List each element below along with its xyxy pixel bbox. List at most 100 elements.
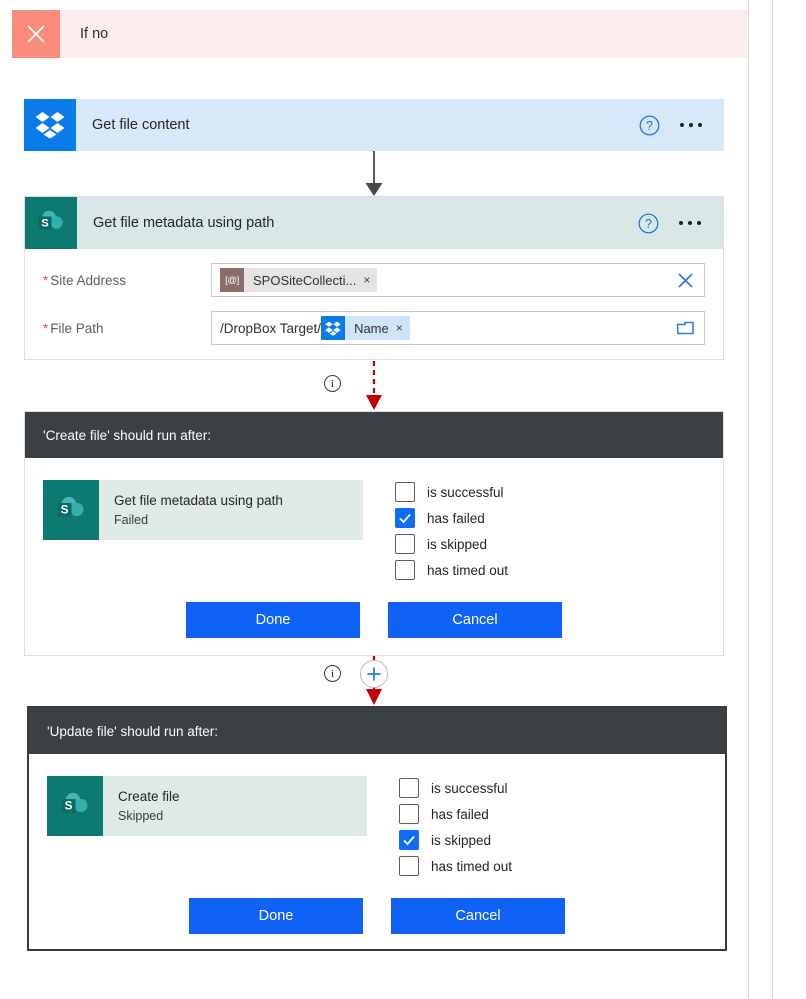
option-has-failed[interactable]: has failed [399, 804, 512, 824]
run-after-action-status: Skipped [118, 809, 164, 823]
cancel-button[interactable]: Cancel [388, 602, 562, 638]
card-header-actions: ? [639, 115, 704, 136]
at-badge-icon: [@] [220, 268, 244, 292]
token-label: Name [354, 320, 389, 336]
action-card-get-file-content[interactable]: Get file content ? [24, 99, 724, 151]
panel-heading: 'Update file' should run after: [29, 708, 725, 754]
branch-title: If no [80, 26, 109, 42]
panel-actions: Done Cancel [25, 580, 723, 658]
connector-arrow-sharepoint-to-create [366, 361, 382, 410]
required-marker: * [43, 320, 49, 336]
field-label-site-address: * Site Address [43, 273, 211, 288]
option-label: is successful [427, 484, 504, 500]
run-after-options: is successful has failed is skipped has … [395, 480, 508, 580]
token-sposite-collection[interactable]: [@] SPOSiteCollecti... × [220, 268, 378, 292]
dropbox-icon [24, 99, 76, 151]
info-glyph: i [330, 377, 335, 390]
checkbox[interactable] [399, 830, 419, 850]
sharepoint-icon: S [47, 776, 103, 836]
checkbox[interactable] [395, 534, 415, 554]
card-title: Get file content [92, 117, 190, 133]
run-after-action-card[interactable]: S Create file Skipped [47, 776, 367, 836]
field-label-text: Site Address [50, 272, 127, 288]
help-circle-icon[interactable]: ? [639, 115, 660, 136]
checkbox[interactable] [399, 778, 419, 798]
option-has-timed-out[interactable]: has timed out [399, 856, 512, 876]
run-after-action-title: Create file [118, 789, 180, 804]
checkbox[interactable] [395, 508, 415, 528]
token-dropbox-name[interactable]: Name × [321, 316, 410, 340]
form-row-site-address: * Site Address [@] SPOSiteCollecti... × [43, 259, 705, 301]
run-after-panel-create-file: 'Create file' should run after: S Get fi… [24, 411, 724, 656]
branch-header-if-no: If no [12, 10, 748, 58]
option-label: is skipped [427, 536, 488, 552]
token-remove-icon[interactable]: × [363, 274, 370, 286]
run-after-panel-update-file: 'Update file' should run after: S Create… [27, 706, 727, 951]
run-after-action-text: Create file Skipped [103, 776, 180, 836]
svg-text:S: S [65, 800, 73, 813]
required-marker: * [43, 272, 49, 288]
token-remove-icon[interactable]: × [396, 322, 403, 334]
ellipsis-icon[interactable] [677, 217, 703, 229]
sharepoint-icon: S [25, 197, 77, 249]
svg-text:?: ? [645, 217, 652, 231]
run-after-action-card[interactable]: S Get file metadata using path Failed [43, 480, 363, 540]
flow-canvas: If no Get file content ? S Get file meta… [0, 0, 749, 999]
info-icon[interactable]: i [324, 375, 341, 392]
close-icon[interactable] [12, 10, 60, 58]
run-after-options: is successful has failed is skipped has … [399, 776, 512, 876]
option-label: has timed out [427, 562, 509, 578]
folder-picker-icon[interactable] [672, 320, 698, 337]
help-circle-icon[interactable]: ? [638, 213, 659, 234]
connector-arrow-dropbox-to-sharepoint [365, 151, 383, 196]
option-has-failed[interactable]: has failed [395, 508, 508, 528]
plus-icon[interactable] [360, 660, 388, 688]
option-label: has failed [431, 806, 489, 822]
panel-divider [772, 0, 773, 999]
card-title: Get file metadata using path [93, 215, 275, 231]
done-button[interactable]: Done [186, 602, 360, 638]
checkbox[interactable] [395, 482, 415, 502]
action-card-get-file-metadata[interactable]: S Get file metadata using path ? * Site A… [24, 196, 724, 360]
sharepoint-icon: S [43, 480, 99, 540]
svg-text:S: S [41, 218, 48, 230]
checkbox[interactable] [395, 560, 415, 580]
option-label: is successful [431, 780, 508, 796]
run-after-action-status: Failed [114, 513, 149, 527]
option-is-successful[interactable]: is successful [395, 482, 508, 502]
token-label: SPOSiteCollecti... [253, 272, 357, 288]
svg-text:S: S [61, 504, 69, 517]
option-label: has timed out [431, 858, 513, 874]
panel-heading: 'Create file' should run after: [25, 412, 723, 458]
card-form: *Site Address [@] SPOSiteCollecti... × [25, 249, 723, 369]
svg-text:?: ? [646, 119, 653, 133]
card-header: Get file content ? [24, 99, 724, 151]
run-after-action-title: Get file metadata using path [114, 493, 283, 508]
option-is-skipped[interactable]: is skipped [395, 534, 508, 554]
ellipsis-icon[interactable] [678, 119, 704, 131]
card-header: S Get file metadata using path ? [25, 197, 723, 249]
done-button[interactable]: Done [189, 898, 363, 934]
file-path-input[interactable]: /DropBox Target/ Name × [211, 311, 705, 345]
option-label: is skipped [431, 832, 492, 848]
run-after-action-text: Get file metadata using path Failed [99, 480, 283, 540]
checkbox[interactable] [399, 856, 419, 876]
option-is-successful[interactable]: is successful [399, 778, 512, 798]
option-is-skipped[interactable]: is skipped [399, 830, 512, 850]
card-header-actions: ? [638, 213, 703, 234]
option-label: has failed [427, 510, 485, 526]
form-row-file-path: * File Path /DropBox Target/ Name × [43, 307, 705, 349]
panel-actions: Done Cancel [29, 876, 725, 954]
cancel-button[interactable]: Cancel [391, 898, 565, 934]
dropbox-icon [321, 316, 346, 340]
field-label-text: File Path [50, 320, 104, 336]
panel-body: S Create file Skipped is successful has … [29, 754, 725, 876]
panel-body: S Get file metadata using path Failed is… [25, 458, 723, 580]
clear-x-icon[interactable] [672, 272, 698, 289]
option-has-timed-out[interactable]: has timed out [395, 560, 508, 580]
file-path-prefix-text: /DropBox Target/ [220, 320, 322, 336]
checkbox[interactable] [399, 804, 419, 824]
site-address-input[interactable]: [@] SPOSiteCollecti... × [211, 263, 705, 297]
info-icon[interactable]: i [324, 665, 341, 682]
info-glyph: i [330, 667, 335, 680]
